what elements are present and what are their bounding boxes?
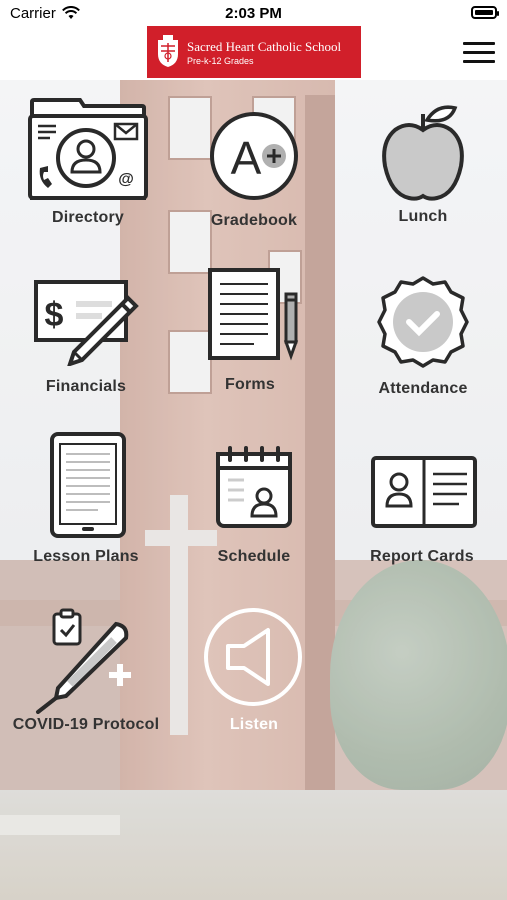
status-bar: Carrier 2:03 PM [0,0,507,26]
app-screen: Carrier 2:03 PM Sacred Heart Catholic Sc… [0,0,507,900]
tile-covid-protocol[interactable]: COVID-19 Protocol [6,600,166,760]
svg-text:A: A [231,132,262,184]
gradebook-icon: A [210,112,298,200]
tile-label: Lesson Plans [33,548,139,565]
hamburger-menu-icon[interactable] [463,40,495,66]
tile-gradebook[interactable]: A Gradebook [174,96,334,256]
tile-label: Gradebook [210,212,298,229]
tile-label: COVID-19 Protocol [12,716,160,733]
thermometer-icon [36,608,131,714]
svg-text:$: $ [45,296,64,334]
calendar-person-icon [216,446,292,528]
tile-label: Financials [45,378,127,395]
app-header: Sacred Heart Catholic School Pre-k-12 Gr… [0,26,507,80]
school-logo[interactable]: Sacred Heart Catholic School Pre-k-12 Gr… [147,26,361,78]
tile-listen[interactable]: Listen [174,600,334,760]
svg-text:@: @ [118,171,134,188]
tile-label: Report Cards [370,548,474,565]
battery-icon [471,6,499,19]
tile-label: Schedule [217,548,291,565]
tile-label: Attendance [378,380,468,397]
clock: 2:03 PM [225,5,282,22]
directory-icon: @ [28,98,148,200]
tile-forms[interactable]: Forms [170,264,330,424]
tile-label: Listen [229,716,279,733]
tile-financials[interactable]: $ Financials [6,266,166,426]
tile-lesson-plans[interactable]: Lesson Plans [6,430,166,590]
check-pen-icon: $ [34,280,139,366]
tile-report-cards[interactable]: Report Cards [342,432,502,592]
apple-icon [382,105,464,201]
document-pencil-icon [208,268,299,361]
tablet-icon [50,432,126,538]
school-name: Sacred Heart Catholic School [187,39,342,54]
school-grades: Pre-k-12 Grades [187,56,254,66]
crest-icon [158,35,178,67]
tile-label: Lunch [398,208,448,225]
tile-directory[interactable]: @ Directory [8,96,168,256]
tile-label: Forms [225,376,275,393]
speaker-icon [204,608,302,706]
tile-label: Directory [51,209,125,226]
tile-lunch[interactable]: Lunch [343,96,503,256]
report-card-icon [371,456,477,528]
tile-attendance[interactable]: Attendance [343,266,503,426]
check-badge-icon [377,276,469,368]
tile-schedule[interactable]: Schedule [174,430,334,590]
